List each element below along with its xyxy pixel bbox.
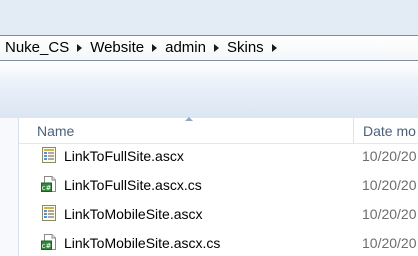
column-header-name[interactable]: Name (37, 123, 74, 139)
breadcrumb-separator-icon[interactable] (77, 44, 83, 52)
background-window-strip (0, 0, 418, 38)
ascx-file-icon (42, 147, 56, 163)
breadcrumb-item-admin[interactable]: admin (161, 36, 210, 60)
breadcrumb-separator-icon[interactable] (213, 44, 219, 52)
file-row[interactable]: LinkToMobileSite.ascx 10/20/20 (19, 201, 418, 227)
toolbar-highlight (0, 61, 418, 81)
breadcrumb-item-skins[interactable]: Skins (223, 36, 268, 60)
file-name: LinkToFullSite.ascx.cs (64, 177, 202, 193)
column-header-row: Name Date mo (19, 117, 418, 144)
sort-ascending-icon (185, 117, 193, 121)
breadcrumb-separator-icon[interactable] (271, 44, 277, 52)
file-list: LinkToFullSite.ascx 10/20/20 c# LinkToFu… (19, 143, 418, 256)
file-row[interactable]: LinkToFullSite.ascx 10/20/20 (19, 143, 418, 169)
navigation-pane-edge (0, 118, 19, 256)
file-date: 10/20/20 (362, 177, 417, 193)
breadcrumb-separator-icon[interactable] (152, 44, 158, 52)
file-name: LinkToMobileSite.ascx.cs (64, 235, 221, 251)
svg-text:c#: c# (42, 242, 52, 250)
file-row[interactable]: c# LinkToMobileSite.ascx.cs 10/20/20 (19, 230, 418, 256)
breadcrumb: Nuke_CS Website admin Skins (1, 36, 281, 60)
csharp-file-icon: c# (41, 234, 56, 250)
breadcrumb-item-nuke-cs[interactable]: Nuke_CS (1, 36, 73, 60)
csharp-file-icon: c# (41, 176, 56, 192)
column-header-date-modified[interactable]: Date mo (363, 123, 416, 139)
file-name: LinkToMobileSite.ascx (64, 206, 203, 222)
column-divider[interactable] (353, 118, 354, 143)
file-name: LinkToFullSite.ascx (64, 148, 184, 164)
file-row[interactable]: c# LinkToFullSite.ascx.cs 10/20/20 (19, 172, 418, 198)
file-date: 10/20/20 (362, 235, 417, 251)
file-date: 10/20/20 (362, 148, 417, 164)
ascx-file-icon (42, 205, 56, 221)
svg-text:c#: c# (42, 184, 52, 192)
address-bar[interactable]: Nuke_CS Website admin Skins (0, 35, 418, 61)
file-date: 10/20/20 (362, 206, 417, 222)
breadcrumb-item-website[interactable]: Website (86, 36, 148, 60)
